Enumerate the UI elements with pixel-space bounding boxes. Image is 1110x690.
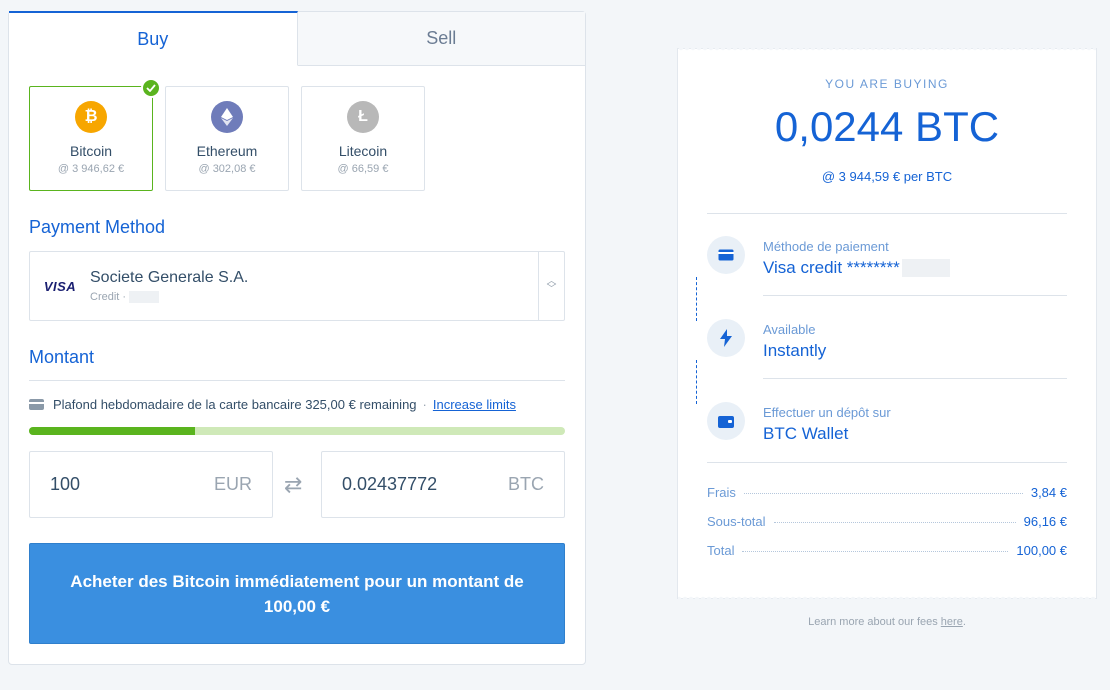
summary-value: BTC Wallet [763, 424, 849, 443]
summary-value: Instantly [763, 341, 827, 360]
summary-payment-method: Méthode de paiement Visa credit ******** [707, 236, 1067, 319]
fiat-currency: EUR [213, 474, 252, 494]
divider [707, 213, 1067, 214]
swap-arrows-icon[interactable]: ⇄ [284, 472, 302, 498]
fee-label: Frais [707, 485, 736, 500]
fiat-amount-value: 100 [50, 474, 81, 494]
receipt-amount: 0,0244 BTC [774, 103, 1000, 150]
bank-name: Societe Generale S.A. [90, 269, 249, 286]
ethereum-icon [211, 101, 243, 133]
fees-here-link[interactable]: here [941, 616, 963, 628]
subtotal-value: 96,16 € [1023, 514, 1067, 529]
lightning-icon [707, 319, 745, 357]
coin-option-bitcoin[interactable]: ₿ Bitcoin @ 3 946,62 € [29, 78, 161, 191]
connector-line [696, 360, 697, 404]
total-row: Total 100,00 € [707, 543, 1067, 558]
coin-selector: ₿ Bitcoin @ 3 946,62 € Ethereum @ 302,08… [29, 78, 425, 191]
bitcoin-icon: ₿ [75, 101, 107, 133]
credit-card-icon [29, 399, 44, 410]
card-icon [707, 236, 745, 274]
coin-option-litecoin[interactable]: Ł Litecoin @ 66,59 € [301, 86, 425, 191]
litecoin-icon: Ł [347, 101, 379, 133]
buy-sell-tabs: Buy Sell [9, 11, 585, 66]
visa-logo-icon: VISA [43, 278, 77, 294]
subtotal-row: Sous-total 96,16 € [707, 514, 1067, 529]
payment-method-title: Payment Method [29, 217, 166, 237]
divider [707, 462, 1067, 463]
subtotal-label: Sous-total [707, 514, 766, 529]
tab-sell[interactable]: Sell [297, 12, 585, 65]
payment-method-select[interactable]: VISA Societe Generale S.A. Credit · ︿ ﹀ [29, 251, 565, 321]
connector-line [696, 277, 697, 321]
limit-progress-fill [29, 427, 196, 435]
coin-price: @ 66,59 € [337, 163, 389, 175]
coin-name: Bitcoin [69, 143, 113, 159]
card-type: Credit · [90, 291, 127, 303]
summary-value: Visa credit ******** [763, 258, 900, 277]
coin-option-ethereum[interactable]: Ethereum @ 302,08 € [165, 86, 289, 191]
summary-deposit-to: Effectuer un dépôt sur BTC Wallet [707, 402, 1067, 485]
montant-title: Montant [29, 347, 95, 367]
fee-value: 3,84 € [1030, 485, 1067, 500]
buy-now-button[interactable]: Acheter des Bitcoin immédiatement pour u… [29, 543, 565, 644]
receipt-label: YOU ARE BUYING [825, 77, 949, 91]
fee-row: Frais 3,84 € [707, 485, 1067, 500]
summary-label: Effectuer un dépôt sur [763, 405, 891, 420]
coin-price: @ 3 946,62 € [57, 163, 125, 175]
buy-sell-panel: Buy Sell ₿ Bitcoin @ 3 946,62 € Ethereum… [8, 11, 586, 665]
crypto-amount-value: 0.02437772 [342, 474, 438, 494]
limit-text: Plafond hebdomadaire de la carte bancair… [53, 397, 417, 412]
crypto-currency: BTC [508, 474, 544, 494]
summary-label: Méthode de paiement [763, 239, 889, 254]
limit-progress-bar [29, 427, 565, 435]
receipt-rate: @ 3 944,59 € per BTC [821, 169, 953, 184]
wallet-icon [707, 402, 745, 440]
tab-buy[interactable]: Buy [9, 11, 298, 66]
crypto-amount-input[interactable]: 0.02437772 BTC [321, 451, 565, 518]
coin-price: @ 302,08 € [198, 163, 256, 175]
coin-name: Litecoin [338, 143, 388, 159]
increase-limits-link[interactable]: Increase limits [433, 397, 516, 412]
total-label: Total [707, 543, 735, 558]
summary-availability: Available Instantly [707, 319, 1067, 402]
total-value: 100,00 € [1016, 543, 1067, 558]
redacted-card-number [901, 259, 950, 277]
coin-name: Ethereum [196, 143, 258, 159]
divider [29, 380, 565, 381]
select-chevron-icon[interactable]: ︿ ﹀ [538, 252, 564, 320]
learn-more-fees: Learn more about our fees here. [808, 616, 966, 628]
summary-label: Available [763, 322, 816, 337]
redacted-card-number [129, 291, 160, 303]
selected-check-icon [141, 78, 161, 98]
fiat-amount-input[interactable]: 100 EUR [29, 451, 273, 518]
order-summary-receipt: YOU ARE BUYING 0,0244 BTC @ 3 944,59 € p… [677, 48, 1097, 599]
weekly-limit-row: Plafond hebdomadaire de la carte bancair… [29, 397, 565, 412]
